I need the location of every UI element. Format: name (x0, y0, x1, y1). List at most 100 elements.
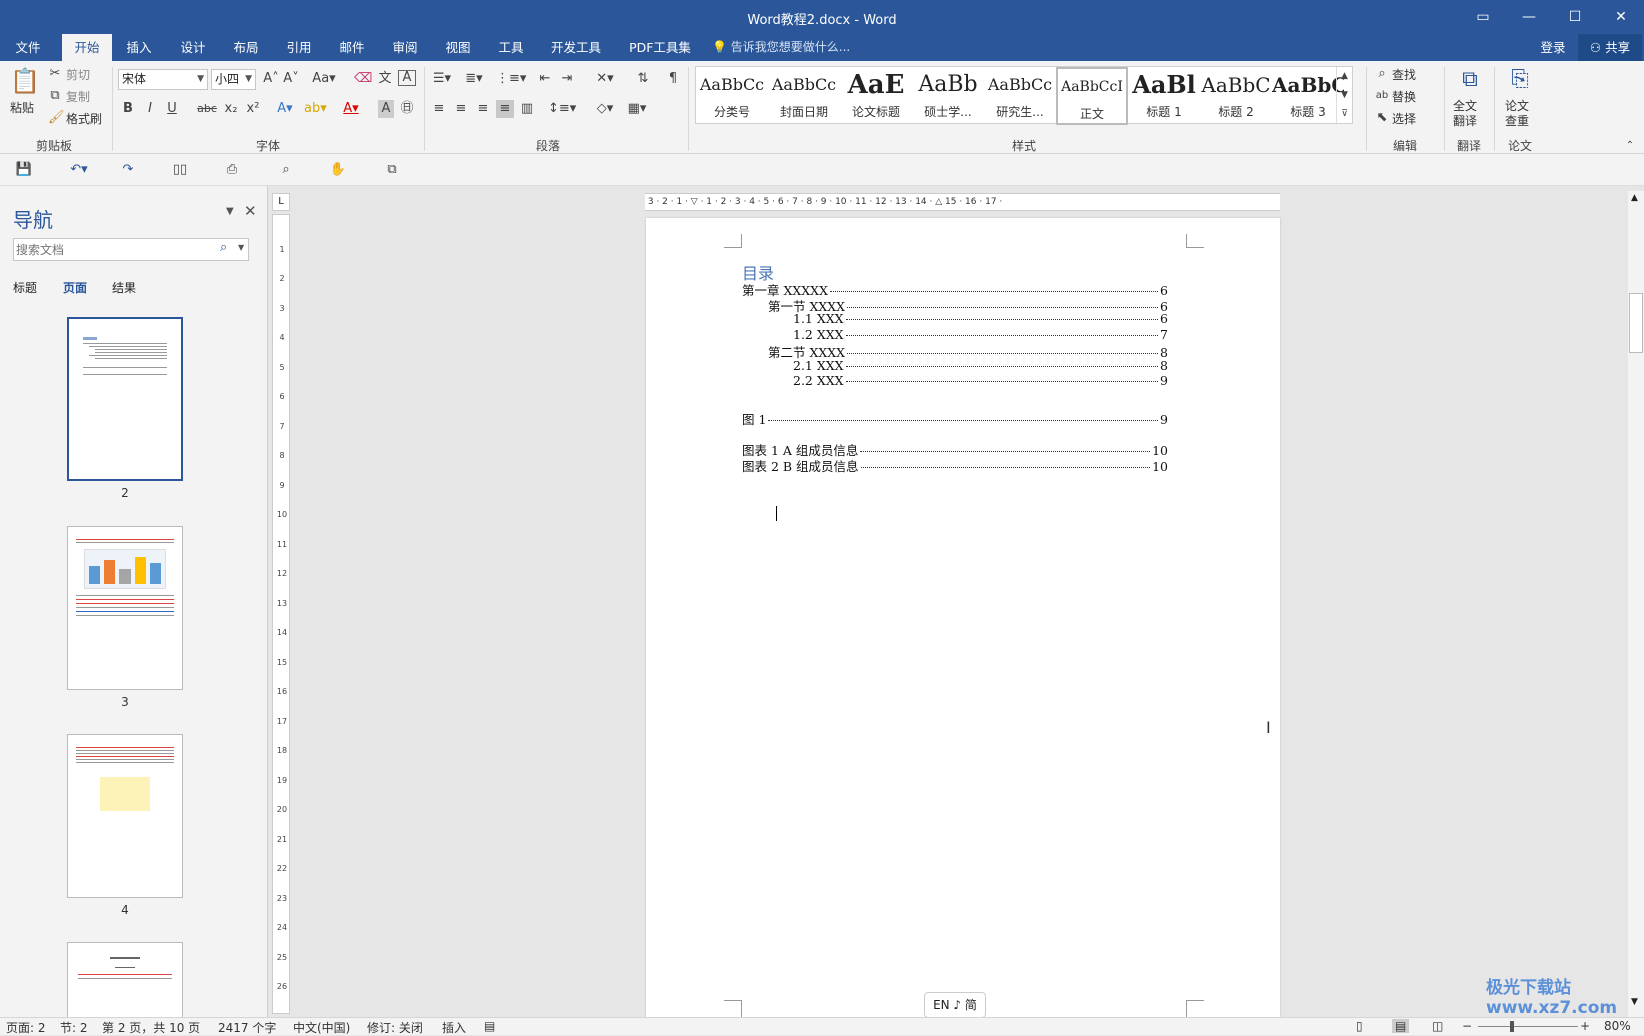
tab-view[interactable]: 视图 (435, 34, 481, 61)
document-page[interactable]: 目录 第一章 XXXXX 6 第一节 XXXX 6 1.1 XXX 6 1.2 XXX 7 第二… (646, 218, 1280, 1018)
maximize-button[interactable]: ☐ (1552, 0, 1598, 34)
italic-icon[interactable]: I (142, 100, 158, 118)
numbering-icon[interactable]: ≣▾ (462, 70, 486, 88)
sort-icon[interactable]: ⇅ (634, 70, 652, 88)
increase-indent-icon[interactable]: ⇥ (558, 70, 576, 88)
tab-home[interactable]: 开始 (62, 34, 112, 62)
gallery-scroll-icon[interactable]: ▲ ▼ ⊽ (1336, 67, 1352, 125)
text-effects-icon[interactable]: A▾ (274, 100, 296, 118)
print-layout-icon[interactable]: ▤ (1392, 1019, 1410, 1033)
vertical-scrollbar[interactable]: ▲ ▼ (1628, 191, 1644, 1017)
style-item[interactable]: AaBbCc 研究生... (984, 67, 1056, 125)
zoom-out-icon[interactable]: − (1462, 1019, 1472, 1033)
clear-format-icon[interactable]: ⌫ (354, 70, 372, 88)
tab-selector[interactable]: L (272, 193, 290, 211)
ime-indicator[interactable]: EN ♪ 简 (924, 992, 986, 1018)
collapse-ribbon-icon[interactable]: ⌃ (1622, 137, 1638, 155)
tab-file[interactable]: 文件 (4, 34, 52, 61)
touch-mode-icon[interactable]: ✋ (328, 161, 348, 179)
tab-design[interactable]: 设计 (170, 34, 216, 61)
replace-button[interactable]: 替换 (1392, 88, 1416, 105)
paper-check-icon[interactable]: ⎘ (1505, 65, 1535, 95)
share-button[interactable]: ⚇ 共享 (1578, 34, 1642, 61)
align-center-icon[interactable]: ≡ (452, 100, 470, 118)
translate-icon[interactable]: ⧉ (1455, 65, 1485, 95)
status-page-count[interactable]: 第 2 页，共 10 页 (102, 1019, 200, 1036)
toc-entry[interactable]: 图表 2 B 组成员信息 10 (742, 456, 1168, 475)
toc-entry[interactable]: 2.2 XXX 9 (793, 373, 1168, 388)
style-item[interactable]: AaBbCc 封面日期 (768, 67, 840, 125)
nav-tab-pages[interactable]: 页面 (63, 279, 87, 296)
show-marks-icon[interactable]: ¶ (664, 70, 682, 88)
web-layout-icon[interactable]: ◫ (1432, 1019, 1443, 1033)
align-right-icon[interactable]: ≡ (474, 100, 492, 118)
style-item[interactable]: AaBbCc 分类号 (696, 67, 768, 125)
change-case-icon[interactable]: Aa▾ (310, 70, 338, 88)
status-insert-mode[interactable]: 插入 (442, 1019, 466, 1036)
chinese-layout-icon[interactable]: ✕▾ (592, 70, 618, 88)
paper-check-button[interactable]: 论文 查重 (1505, 99, 1529, 129)
select-button[interactable]: 选择 (1392, 110, 1416, 127)
toc-entry[interactable]: 2.1 XXX 8 (793, 358, 1168, 373)
page-thumbnail[interactable] (67, 526, 183, 690)
page-thumbnail[interactable] (67, 734, 183, 898)
bullets-icon[interactable]: ☰▾ (430, 70, 454, 88)
customize-icon[interactable]: ⧉ (382, 161, 402, 179)
status-word-count[interactable]: 2417 个字 (218, 1019, 276, 1036)
full-translate-button[interactable]: 全文 翻译 (1453, 99, 1477, 129)
chevron-down-icon[interactable]: ▼ (238, 243, 244, 252)
scroll-thumb[interactable] (1629, 293, 1643, 353)
tell-me-box[interactable]: 💡 告诉我您想要做什么... (712, 34, 850, 61)
tab-layout[interactable]: 布局 (223, 34, 269, 61)
shrink-font-icon[interactable]: A˅ (282, 70, 300, 88)
read-mode-icon[interactable]: ▯▯ (170, 161, 190, 179)
search-icon[interactable]: ⌕ (220, 240, 227, 255)
borders-icon[interactable]: ▦▾ (624, 100, 650, 118)
tab-review[interactable]: 审阅 (382, 34, 428, 61)
page-thumbnail[interactable] (67, 317, 183, 481)
zoom-in-icon[interactable]: + (1580, 1019, 1590, 1033)
grow-font-icon[interactable]: A˄ (262, 70, 280, 88)
enclose-char-icon[interactable]: ㊐ (398, 100, 416, 118)
distributed-icon[interactable]: ▥ (518, 100, 536, 118)
char-shading-icon[interactable]: A (378, 100, 394, 118)
phonetic-guide-icon[interactable]: 文 (376, 70, 394, 88)
ribbon-display-icon[interactable]: ▭ (1460, 0, 1506, 34)
bold-icon[interactable]: B (120, 100, 136, 118)
decrease-indent-icon[interactable]: ⇤ (536, 70, 554, 88)
style-item[interactable]: AaBb 硕士学... (912, 67, 984, 125)
style-item[interactable]: AaE 论文标题 (840, 67, 912, 125)
shading-icon[interactable]: ◇▾ (592, 100, 618, 118)
paste-icon[interactable]: 📋 (10, 67, 40, 95)
style-item[interactable]: AaBl 标题 1 (1128, 67, 1200, 125)
style-item-selected[interactable]: AaBbCcI 正文 (1056, 67, 1128, 125)
macro-icon[interactable]: ▤ (484, 1019, 495, 1033)
search-input[interactable] (16, 241, 216, 258)
toc-entry[interactable]: 1.1 XXX 6 (793, 311, 1168, 326)
tab-pdf-tools[interactable]: PDF工具集 (622, 34, 698, 61)
save-icon[interactable]: 💾 (14, 161, 34, 179)
status-track-changes[interactable]: 修订: 关闭 (367, 1019, 423, 1036)
line-spacing-icon[interactable]: ↕≡▾ (548, 100, 576, 118)
status-page[interactable]: 页面: 2 (6, 1019, 46, 1036)
tab-mailings[interactable]: 邮件 (329, 34, 375, 61)
login-link[interactable]: 登录 (1530, 34, 1576, 61)
toc-entry[interactable]: 1.2 XXX 7 (793, 327, 1168, 342)
font-size-select[interactable]: 小四 ▼ (211, 69, 256, 90)
print-preview-icon[interactable]: ⌕ (276, 161, 296, 179)
page-thumbnail[interactable] (67, 942, 183, 1017)
strikethrough-icon[interactable]: abc (196, 100, 218, 118)
toc-entry[interactable]: 图 1 9 (742, 409, 1168, 428)
style-item[interactable]: AaBbC 标题 3 (1272, 67, 1344, 125)
highlight-icon[interactable]: ab▾ (304, 100, 327, 118)
font-name-select[interactable]: 宋体 ▼ (118, 69, 208, 90)
status-language[interactable]: 中文(中国) (293, 1019, 350, 1036)
superscript-icon[interactable]: x² (244, 100, 262, 118)
multilevel-list-icon[interactable]: ⋮≡▾ (496, 70, 526, 88)
subscript-icon[interactable]: x₂ (222, 100, 240, 118)
minimize-button[interactable]: — (1506, 0, 1552, 34)
char-border-icon[interactable]: A (398, 70, 416, 86)
cut-button[interactable]: 剪切 (66, 66, 90, 83)
format-painter-button[interactable]: 格式刷 (66, 110, 102, 127)
status-section[interactable]: 节: 2 (60, 1019, 88, 1036)
